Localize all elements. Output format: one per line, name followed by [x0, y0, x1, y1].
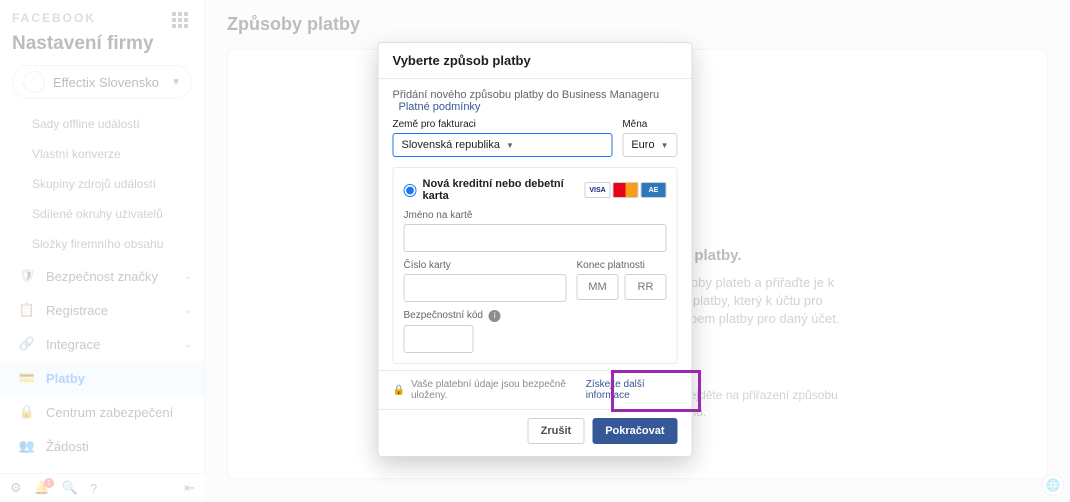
amex-logo: AE	[641, 182, 667, 198]
card-number-label: Číslo karty	[404, 260, 567, 271]
card-logos: VISA AE	[585, 182, 667, 198]
modal-info-row: Přidání nového způsobu platby do Busines…	[393, 89, 678, 113]
card-radio[interactable]	[404, 184, 417, 197]
continue-button[interactable]: Pokračovat	[592, 418, 677, 444]
cardholder-name-label: Jméno na kartě	[404, 210, 667, 221]
country-dropdown[interactable]: Slovenská republika ▼	[393, 133, 613, 157]
payment-method-modal: Vyberte způsob platby Přidání nového způ…	[378, 42, 693, 457]
learn-more-link[interactable]: Získejte další informace	[586, 379, 678, 401]
card-radio-row[interactable]: Nová kreditní nebo debetní karta VISA AE	[404, 178, 667, 202]
expiry-month-input[interactable]	[577, 274, 619, 300]
cancel-button[interactable]: Zrušit	[528, 418, 585, 444]
expiry-year-input[interactable]	[625, 274, 667, 300]
secure-row: 🔒 Vaše platební údaje jsou bezpečně ulož…	[379, 370, 692, 409]
terms-link[interactable]: Platné podmínky	[399, 101, 481, 113]
currency-label: Měna	[622, 119, 677, 130]
chevron-down-icon: ▼	[661, 141, 669, 150]
modal-body: Přidání nového způsobu platby do Busines…	[379, 79, 692, 370]
expiry-label: Konec platnosti	[577, 260, 667, 271]
country-label: Země pro fakturaci	[393, 119, 613, 130]
cardholder-name-input[interactable]	[404, 224, 667, 252]
visa-logo: VISA	[585, 182, 611, 198]
cvv-input[interactable]	[404, 325, 474, 353]
chevron-down-icon: ▼	[506, 141, 514, 150]
card-option-box: Nová kreditní nebo debetní karta VISA AE…	[393, 167, 678, 364]
lock-icon: 🔒	[393, 385, 405, 396]
currency-dropdown[interactable]: Euro ▼	[622, 133, 677, 157]
card-number-input[interactable]	[404, 274, 567, 302]
modal-footer: Zrušit Pokračovat	[379, 409, 692, 456]
info-icon[interactable]: i	[489, 310, 501, 322]
mastercard-logo	[613, 182, 639, 198]
cvv-label: Bezpečnostní kód i	[404, 310, 667, 322]
modal-title: Vyberte způsob platby	[379, 43, 692, 79]
